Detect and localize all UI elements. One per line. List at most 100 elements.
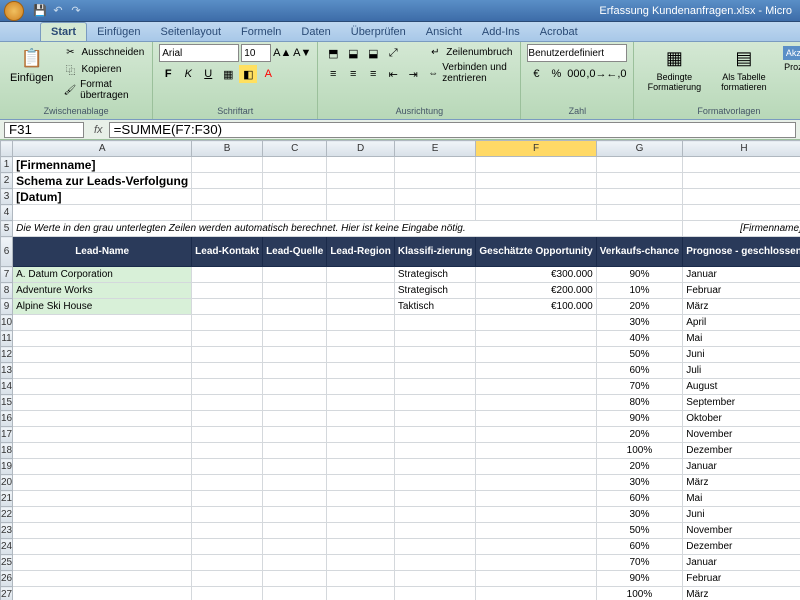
lead-source[interactable] [263,395,327,411]
lead-source[interactable] [263,363,327,379]
lead-region[interactable] [327,379,395,395]
chance[interactable]: 30% [596,315,683,331]
chance[interactable]: 60% [596,491,683,507]
lead-source[interactable] [263,379,327,395]
lead-source[interactable] [263,539,327,555]
row-header-8[interactable]: 8 [1,283,13,299]
lead-name[interactable] [13,475,192,491]
chance[interactable]: 20% [596,427,683,443]
merge-center-button[interactable]: ⇔Verbinden und zentrieren [426,61,514,85]
tab-addins[interactable]: Add-Ins [472,23,530,41]
table-header[interactable]: Lead-Kontakt [192,237,263,267]
opportunity[interactable]: €200.000 [476,283,596,299]
lead-source[interactable] [263,491,327,507]
cell[interactable] [327,157,395,173]
chance[interactable]: 50% [596,523,683,539]
tab-review[interactable]: Überprüfen [341,23,416,41]
row-header-27[interactable]: 27 [1,587,13,600]
lead-contact[interactable] [192,443,263,459]
classification[interactable] [394,587,475,600]
lead-name[interactable] [13,315,192,331]
opportunity[interactable] [476,587,596,600]
cell[interactable] [263,189,327,205]
cell[interactable] [596,173,683,189]
italic-button[interactable]: K [179,65,197,83]
lead-name[interactable] [13,459,192,475]
classification[interactable] [394,411,475,427]
forecast-month[interactable]: Januar [683,555,800,571]
opportunity[interactable] [476,523,596,539]
bold-button[interactable]: F [159,65,177,83]
decrease-decimal-button[interactable]: ←,0 [607,65,625,83]
chance[interactable]: 30% [596,475,683,491]
lead-contact[interactable] [192,283,263,299]
cell[interactable] [683,173,800,189]
cell[interactable] [263,205,327,221]
chance[interactable]: 40% [596,331,683,347]
lead-region[interactable] [327,539,395,555]
row-header-11[interactable]: 11 [1,331,13,347]
lead-region[interactable] [327,571,395,587]
lead-source[interactable] [263,411,327,427]
opportunity[interactable] [476,555,596,571]
increase-decimal-button[interactable]: ,0→ [587,65,605,83]
lead-region[interactable] [327,443,395,459]
lead-contact[interactable] [192,539,263,555]
row-header-19[interactable]: 19 [1,459,13,475]
forecast-month[interactable]: März [683,299,800,315]
lead-region[interactable] [327,459,395,475]
lead-contact[interactable] [192,427,263,443]
comma-button[interactable]: 000 [567,65,585,83]
table-header[interactable]: Klassifi-zierung [394,237,475,267]
cell[interactable] [263,157,327,173]
wrap-text-button[interactable]: ↵Zeilenumbruch [426,44,514,60]
chance[interactable]: 90% [596,411,683,427]
lead-contact[interactable] [192,331,263,347]
chance[interactable]: 100% [596,443,683,459]
row-header-10[interactable]: 10 [1,315,13,331]
lead-name[interactable] [13,587,192,600]
chance[interactable]: 60% [596,363,683,379]
cell[interactable] [394,189,475,205]
lead-contact[interactable] [192,571,263,587]
cell[interactable] [192,189,263,205]
classification[interactable] [394,507,475,523]
table-header[interactable]: Verkaufs-chance [596,237,683,267]
cell[interactable] [476,205,596,221]
font-color-button[interactable]: A [259,65,277,83]
row-header-22[interactable]: 22 [1,507,13,523]
copy-button[interactable]: ⿻Kopieren [61,61,146,77]
lead-region[interactable] [327,475,395,491]
align-center-button[interactable]: ≡ [344,65,362,83]
cell[interactable] [13,205,192,221]
col-header-A[interactable]: A [13,141,192,157]
lead-region[interactable] [327,507,395,523]
currency-button[interactable]: € [527,65,545,83]
classification[interactable] [394,427,475,443]
underline-button[interactable]: U [199,65,217,83]
forecast-month[interactable]: November [683,523,800,539]
lead-region[interactable] [327,363,395,379]
forecast-month[interactable]: Dezember [683,443,800,459]
forecast-month[interactable]: September [683,395,800,411]
lead-region[interactable] [327,299,395,315]
chance[interactable]: 90% [596,571,683,587]
lead-name[interactable] [13,395,192,411]
forecast-month[interactable]: November [683,427,800,443]
opportunity[interactable] [476,395,596,411]
col-header-B[interactable]: B [192,141,263,157]
tab-view[interactable]: Ansicht [416,23,472,41]
lead-region[interactable] [327,587,395,600]
lead-source[interactable] [263,571,327,587]
date-placeholder[interactable]: [Datum] [13,189,192,205]
row-header-1[interactable]: 1 [1,157,13,173]
row-header-16[interactable]: 16 [1,411,13,427]
classification[interactable] [394,491,475,507]
format-table-button[interactable]: ▤ Als Tabelle formatieren [712,44,775,94]
undo-icon[interactable]: ↶ [50,3,66,19]
lead-region[interactable] [327,523,395,539]
lead-contact[interactable] [192,267,263,283]
row-header-12[interactable]: 12 [1,347,13,363]
classification[interactable] [394,475,475,491]
opportunity[interactable] [476,491,596,507]
